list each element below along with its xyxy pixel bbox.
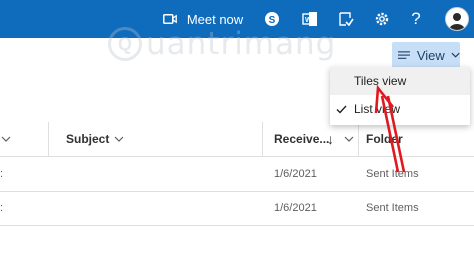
skype-icon: S <box>265 12 279 26</box>
help-button[interactable]: ? <box>404 0 428 38</box>
column-header-label: Folder <box>366 132 403 146</box>
row-folder: Sent Items <box>366 168 419 180</box>
chevron-down-icon <box>114 136 124 142</box>
column-header-subject[interactable]: Subject <box>66 122 124 156</box>
svg-text:S: S <box>269 15 276 26</box>
row-from: : <box>0 202 4 214</box>
chevron-down-icon <box>451 52 460 58</box>
svg-text:W: W <box>305 17 312 24</box>
gear-icon <box>375 12 389 26</box>
from-column-chevron[interactable] <box>0 122 11 156</box>
column-header-folder[interactable]: Folder <box>366 122 403 156</box>
column-divider[interactable] <box>358 122 359 156</box>
menu-item-tiles-view[interactable]: Tiles view <box>330 67 470 95</box>
video-icon <box>162 14 177 24</box>
chevron-down-icon <box>344 136 354 142</box>
view-button[interactable]: View <box>392 42 460 68</box>
menu-item-list-view[interactable]: List view <box>330 95 470 123</box>
todo-button[interactable] <box>334 0 358 38</box>
column-divider[interactable] <box>48 122 49 156</box>
menu-item-label: Tiles view <box>354 74 407 88</box>
watermark-circle: Q <box>108 27 142 61</box>
list-lines-icon <box>398 51 410 59</box>
watermark-logo: Q uantrimang <box>108 26 336 62</box>
received-column-chevron[interactable] <box>344 122 354 156</box>
row-received: 1/6/2021 <box>274 202 317 214</box>
table-row[interactable]: : 1/6/2021 Sent Items <box>0 157 474 192</box>
chevron-down-icon <box>1 136 11 142</box>
checkmark-icon <box>336 95 347 123</box>
row-received: 1/6/2021 <box>274 168 317 180</box>
row-folder: Sent Items <box>366 202 419 214</box>
todo-icon <box>339 12 354 27</box>
view-dropdown-menu: Tiles view List view <box>330 67 470 125</box>
column-header-received[interactable]: Receive... <box>274 122 329 156</box>
menu-item-label: List view <box>354 102 401 116</box>
settings-button[interactable] <box>370 0 394 38</box>
sort-descending-icon[interactable]: ↓ <box>327 122 334 156</box>
column-header-label: Receive... <box>274 132 330 146</box>
help-icon: ? <box>411 9 421 28</box>
avatar <box>445 7 469 31</box>
table-row[interactable]: : 1/6/2021 Sent Items <box>0 191 474 226</box>
row-from: : <box>0 168 4 180</box>
view-button-label: View <box>416 47 445 63</box>
table-header: Subject Receive... ↓ Folder <box>0 122 474 157</box>
column-header-label: Subject <box>66 132 110 146</box>
account-button[interactable] <box>442 0 472 38</box>
meet-now-label: Meet now <box>186 11 244 27</box>
column-divider[interactable] <box>262 122 263 156</box>
watermark-text: uantrimang <box>146 26 337 62</box>
office-icon: W <box>302 12 317 26</box>
